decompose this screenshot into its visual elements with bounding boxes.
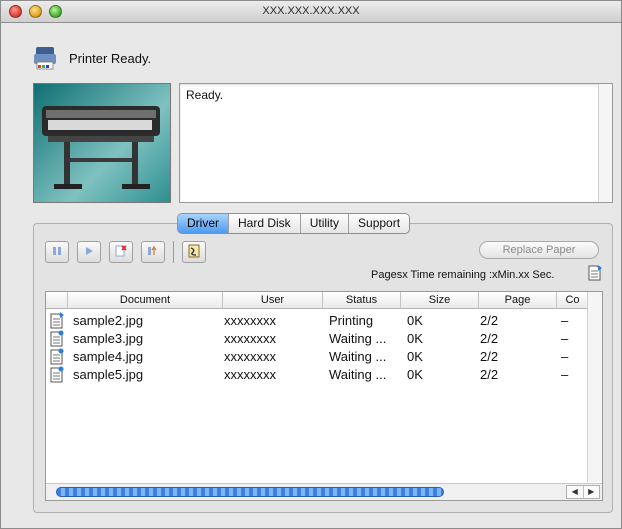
- printer-status-window: XXX.XXX.XXX.XXX Printer Ready. Ready. Dr…: [0, 0, 622, 529]
- printer-image: [33, 83, 171, 203]
- document-name: sample3.jpg: [73, 331, 144, 346]
- column-header-page[interactable]: Page: [479, 292, 557, 309]
- job-size: 0K: [407, 349, 423, 364]
- job-status: Printing: [329, 313, 374, 328]
- status-message-box: Ready.: [179, 83, 613, 203]
- special-settings-icon: [187, 244, 201, 261]
- table-row[interactable]: sample3.jpg xxxxxxxx Waiting ... 0K 2/2 …: [46, 330, 588, 348]
- column-header-size[interactable]: Size: [401, 292, 479, 309]
- scroll-left-icon[interactable]: ◀: [567, 486, 584, 498]
- table-header: Document User Status Size Page Co: [46, 292, 588, 309]
- title-bar: XXX.XXX.XXX.XXX: [1, 1, 621, 23]
- job-page: 2/2: [480, 349, 499, 364]
- document-icon: [50, 366, 64, 383]
- job-size: 0K: [407, 367, 423, 382]
- job-toolbar: [45, 241, 206, 267]
- table-horizontal-scrollbar[interactable]: ◀ ▶: [46, 483, 602, 500]
- job-page: 2/2: [480, 367, 499, 382]
- window-title: XXX.XXX.XXX.XXX: [262, 5, 360, 17]
- job-queue-table: Document User Status Size Page Co sample…: [45, 291, 603, 501]
- time-remaining-text: Pagesx Time remaining :xMin.xx Sec.: [371, 269, 555, 281]
- column-header-user[interactable]: User: [223, 292, 323, 309]
- column-header-document[interactable]: Document: [68, 292, 223, 309]
- table-vertical-scrollbar[interactable]: [587, 292, 602, 482]
- resume-icon: [83, 245, 95, 260]
- horizontal-scroll-arrows: ◀ ▶: [566, 485, 600, 499]
- job-page: 2/2: [480, 313, 499, 328]
- printer-icon: [33, 45, 57, 71]
- move-job-icon: [146, 244, 160, 261]
- delete-job-button[interactable]: [109, 241, 133, 263]
- job-copies: –: [561, 313, 569, 328]
- special-settings-button[interactable]: [182, 241, 206, 263]
- document-icon: [50, 348, 64, 365]
- printer-status-text: Printer Ready.: [69, 51, 152, 66]
- pause-button[interactable]: [45, 241, 69, 263]
- job-size: 0K: [407, 331, 423, 346]
- replace-paper-button[interactable]: Replace Paper: [479, 241, 599, 259]
- tab-bar: Driver Hard Disk Utility Support: [177, 213, 411, 234]
- document-name: sample2.jpg: [73, 313, 144, 328]
- job-status: Waiting ...: [329, 367, 387, 382]
- status-message-text: Ready.: [186, 88, 224, 102]
- tab-utility[interactable]: Utility: [301, 214, 350, 233]
- job-copies: –: [561, 331, 569, 346]
- toolbar-separator: [173, 241, 174, 263]
- job-status: Waiting ...: [329, 349, 387, 364]
- resume-button[interactable]: [77, 241, 101, 263]
- table-row[interactable]: sample4.jpg xxxxxxxx Waiting ... 0K 2/2 …: [46, 348, 588, 366]
- user-name: xxxxxxxx: [224, 313, 276, 328]
- table-row[interactable]: sample2.jpg xxxxxxxx Printing 0K 2/2 –: [46, 312, 588, 330]
- user-name: xxxxxxxx: [224, 331, 276, 346]
- table-row[interactable]: sample5.jpg xxxxxxxx Waiting ... 0K 2/2 …: [46, 366, 588, 384]
- delete-job-icon: [114, 244, 128, 261]
- job-status: Waiting ...: [329, 331, 387, 346]
- job-copies: –: [561, 349, 569, 364]
- document-icon: [50, 330, 64, 347]
- column-header-icon: [46, 292, 68, 309]
- tab-hard-disk[interactable]: Hard Disk: [229, 214, 301, 233]
- tab-support[interactable]: Support: [349, 214, 409, 233]
- pause-icon: [51, 245, 63, 260]
- message-scrollbar[interactable]: [598, 84, 612, 202]
- job-size: 0K: [407, 313, 423, 328]
- move-job-button[interactable]: [141, 241, 165, 263]
- tab-driver[interactable]: Driver: [178, 214, 229, 233]
- document-icon: [50, 312, 64, 329]
- user-name: xxxxxxxx: [224, 349, 276, 364]
- scroll-right-icon[interactable]: ▶: [584, 486, 600, 498]
- horizontal-scroll-thumb[interactable]: [56, 487, 444, 497]
- document-name: sample5.jpg: [73, 367, 144, 382]
- document-name: sample4.jpg: [73, 349, 144, 364]
- column-header-copies[interactable]: Co: [557, 292, 588, 309]
- job-copies: –: [561, 367, 569, 382]
- user-name: xxxxxxxx: [224, 367, 276, 382]
- job-info-icon[interactable]: [588, 265, 602, 281]
- column-header-status[interactable]: Status: [323, 292, 401, 309]
- job-page: 2/2: [480, 331, 499, 346]
